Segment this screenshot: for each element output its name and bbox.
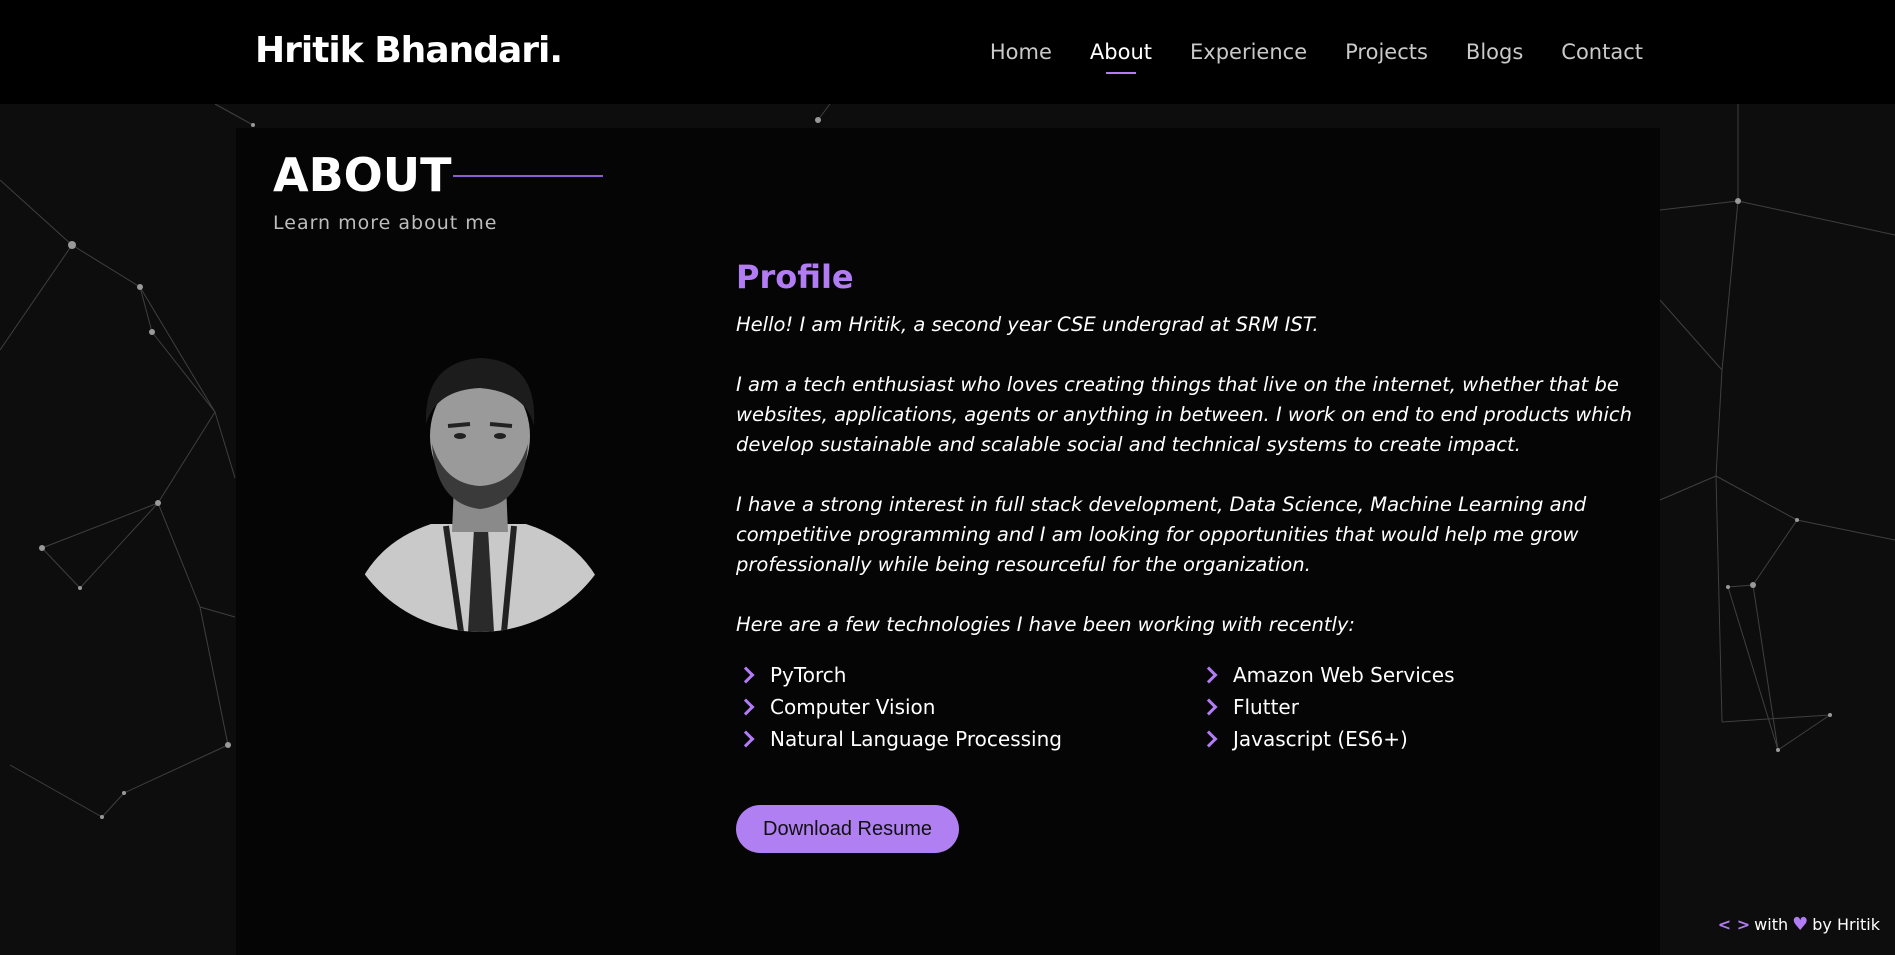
title-underline (453, 175, 603, 177)
nav-about[interactable]: About (1090, 40, 1152, 74)
footer-credit: < > with ♥ by Hritik (1718, 914, 1880, 935)
navbar: Hritik Bhandari. Home About Experience P… (0, 0, 1895, 104)
brand-logo[interactable]: Hritik Bhandari. (255, 30, 563, 71)
tech-label: Amazon Web Services (1233, 662, 1455, 687)
chevron-right-icon (1200, 698, 1218, 715)
chevron-right-icon (737, 698, 755, 715)
tech-item: Flutter (1199, 693, 1636, 720)
nav-projects[interactable]: Projects (1345, 40, 1428, 64)
bio-paragraph: I am a tech enthusiast who loves creatin… (736, 373, 1633, 456)
tech-item: Javascript (ES6+) (1199, 725, 1636, 752)
chevron-right-icon (1200, 730, 1218, 747)
tech-item: Computer Vision (736, 693, 1199, 720)
footer-by: by Hritik (1812, 915, 1880, 934)
download-resume-button[interactable]: Download Resume (736, 805, 959, 853)
nav-blogs[interactable]: Blogs (1466, 40, 1523, 64)
tech-label: PyTorch (770, 662, 847, 687)
nav-contact[interactable]: Contact (1561, 40, 1643, 64)
tech-label: Javascript (ES6+) (1233, 726, 1408, 751)
chevron-right-icon (737, 730, 755, 747)
code-icon: < > (1717, 915, 1751, 934)
profile-heading: Profile (736, 258, 854, 296)
bio-paragraph: Hello! I am Hritik, a second year CSE un… (736, 313, 1319, 336)
bio-paragraph: I have a strong interest in full stack d… (736, 493, 1587, 576)
tech-label: Flutter (1233, 694, 1299, 719)
profile-photo (336, 344, 624, 632)
chevron-right-icon (737, 666, 755, 683)
technology-list: PyTorch Amazon Web Services Computer Vis… (736, 661, 1636, 752)
nav-links: Home About Experience Projects Blogs Con… (990, 40, 1643, 74)
tech-item: PyTorch (736, 661, 1199, 688)
chevron-right-icon (1200, 666, 1218, 683)
about-section: ABOUT Learn more about me Profile Hello!… (236, 128, 1660, 955)
nav-home[interactable]: Home (990, 40, 1052, 64)
heart-icon: ♥ (1792, 914, 1809, 935)
section-title: ABOUT (273, 148, 452, 202)
footer-with: with (1754, 915, 1789, 934)
tech-label: Computer Vision (770, 694, 936, 719)
tech-item: Amazon Web Services (1199, 661, 1636, 688)
bio-text: Hello! I am Hritik, a second year CSE un… (736, 310, 1636, 670)
tech-label: Natural Language Processing (770, 726, 1062, 751)
bio-paragraph: Here are a few technologies I have been … (736, 613, 1356, 636)
nav-experience[interactable]: Experience (1190, 40, 1307, 64)
tech-item: Natural Language Processing (736, 725, 1199, 752)
section-subtitle: Learn more about me (273, 212, 498, 234)
